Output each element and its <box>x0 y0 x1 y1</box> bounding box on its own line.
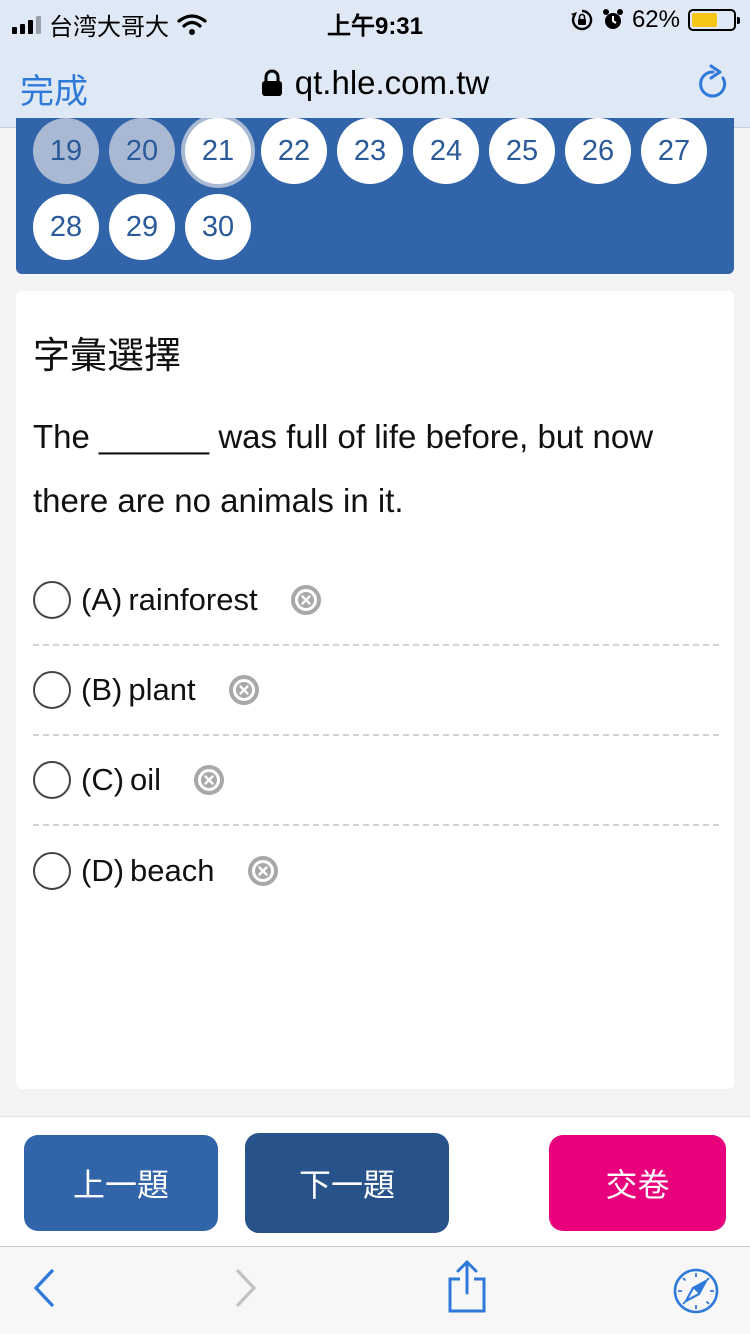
alarm-icon <box>602 9 623 29</box>
question-number-24[interactable]: 24 <box>413 118 479 184</box>
option-letter: (C) <box>81 762 125 797</box>
exam-action-bar: 上一題 下一題 交卷 <box>0 1116 750 1246</box>
submit-exam-button[interactable]: 交卷 <box>549 1135 726 1231</box>
question-number-30[interactable]: 30 <box>185 194 251 260</box>
eliminate-option-icon[interactable] <box>193 764 225 796</box>
option-text: oil <box>130 762 162 797</box>
status-bar: 台湾大哥大 上午9:31 62% <box>0 0 750 41</box>
eliminate-option-icon[interactable] <box>228 674 260 706</box>
forward-icon <box>236 1269 256 1307</box>
battery-level-fill <box>692 13 717 27</box>
option-b-radio[interactable] <box>33 671 71 709</box>
option-text: rainforest <box>128 582 258 617</box>
option-a[interactable]: (A) rainforest <box>33 556 719 646</box>
question-text: The ______ was full of life before, but … <box>33 418 654 519</box>
battery-icon <box>688 9 740 31</box>
question-number-21[interactable]: 21 <box>185 118 251 184</box>
section-title: 字彙選擇 <box>33 335 181 376</box>
battery-percent: 62% <box>631 6 680 33</box>
question-number-27[interactable]: 27 <box>641 118 707 184</box>
next-question-button[interactable]: 下一題 <box>245 1133 449 1233</box>
question-number-19[interactable]: 19 <box>33 118 99 184</box>
question-number-grid: 19 20 21 22 23 24 25 26 27 28 29 30 <box>16 118 734 274</box>
option-letter: (B) <box>81 672 123 707</box>
question-number-25[interactable]: 25 <box>489 118 555 184</box>
question-number-22[interactable]: 22 <box>261 118 327 184</box>
rotation-lock-icon <box>570 9 593 31</box>
url-text: qt.hle.com.tw <box>294 64 490 101</box>
option-c[interactable]: (C) oil <box>33 736 719 826</box>
option-c-radio[interactable] <box>33 761 71 799</box>
previous-question-button[interactable]: 上一題 <box>24 1135 218 1231</box>
option-text: plant <box>128 672 196 707</box>
question-number-28[interactable]: 28 <box>33 194 99 260</box>
option-letter: (D) <box>81 853 125 888</box>
back-icon[interactable] <box>30 1265 58 1311</box>
question-card: 字彙選擇 The ______ was full of life before,… <box>16 291 734 1089</box>
share-icon[interactable] <box>446 1259 488 1315</box>
option-d-radio[interactable] <box>33 852 71 890</box>
eliminate-option-icon[interactable] <box>247 855 279 887</box>
option-text: beach <box>130 853 215 888</box>
compass-icon[interactable] <box>672 1267 720 1315</box>
address-field[interactable]: qt.hle.com.tw <box>0 64 750 102</box>
lock-icon <box>261 69 282 96</box>
eliminate-option-icon[interactable] <box>290 584 322 616</box>
question-number-23[interactable]: 23 <box>337 118 403 184</box>
option-b[interactable]: (B) plant <box>33 646 719 736</box>
option-d[interactable]: (D) beach <box>33 826 719 916</box>
browser-url-bar: 完成 qt.hle.com.tw <box>0 40 750 128</box>
option-letter: (A) <box>81 582 123 617</box>
option-a-radio[interactable] <box>33 581 71 619</box>
status-right: 62% <box>570 6 740 34</box>
question-number-20[interactable]: 20 <box>109 118 175 184</box>
question-number-29[interactable]: 29 <box>109 194 175 260</box>
browser-toolbar <box>0 1246 750 1334</box>
question-number-26[interactable]: 26 <box>565 118 631 184</box>
reload-icon[interactable] <box>696 64 730 102</box>
